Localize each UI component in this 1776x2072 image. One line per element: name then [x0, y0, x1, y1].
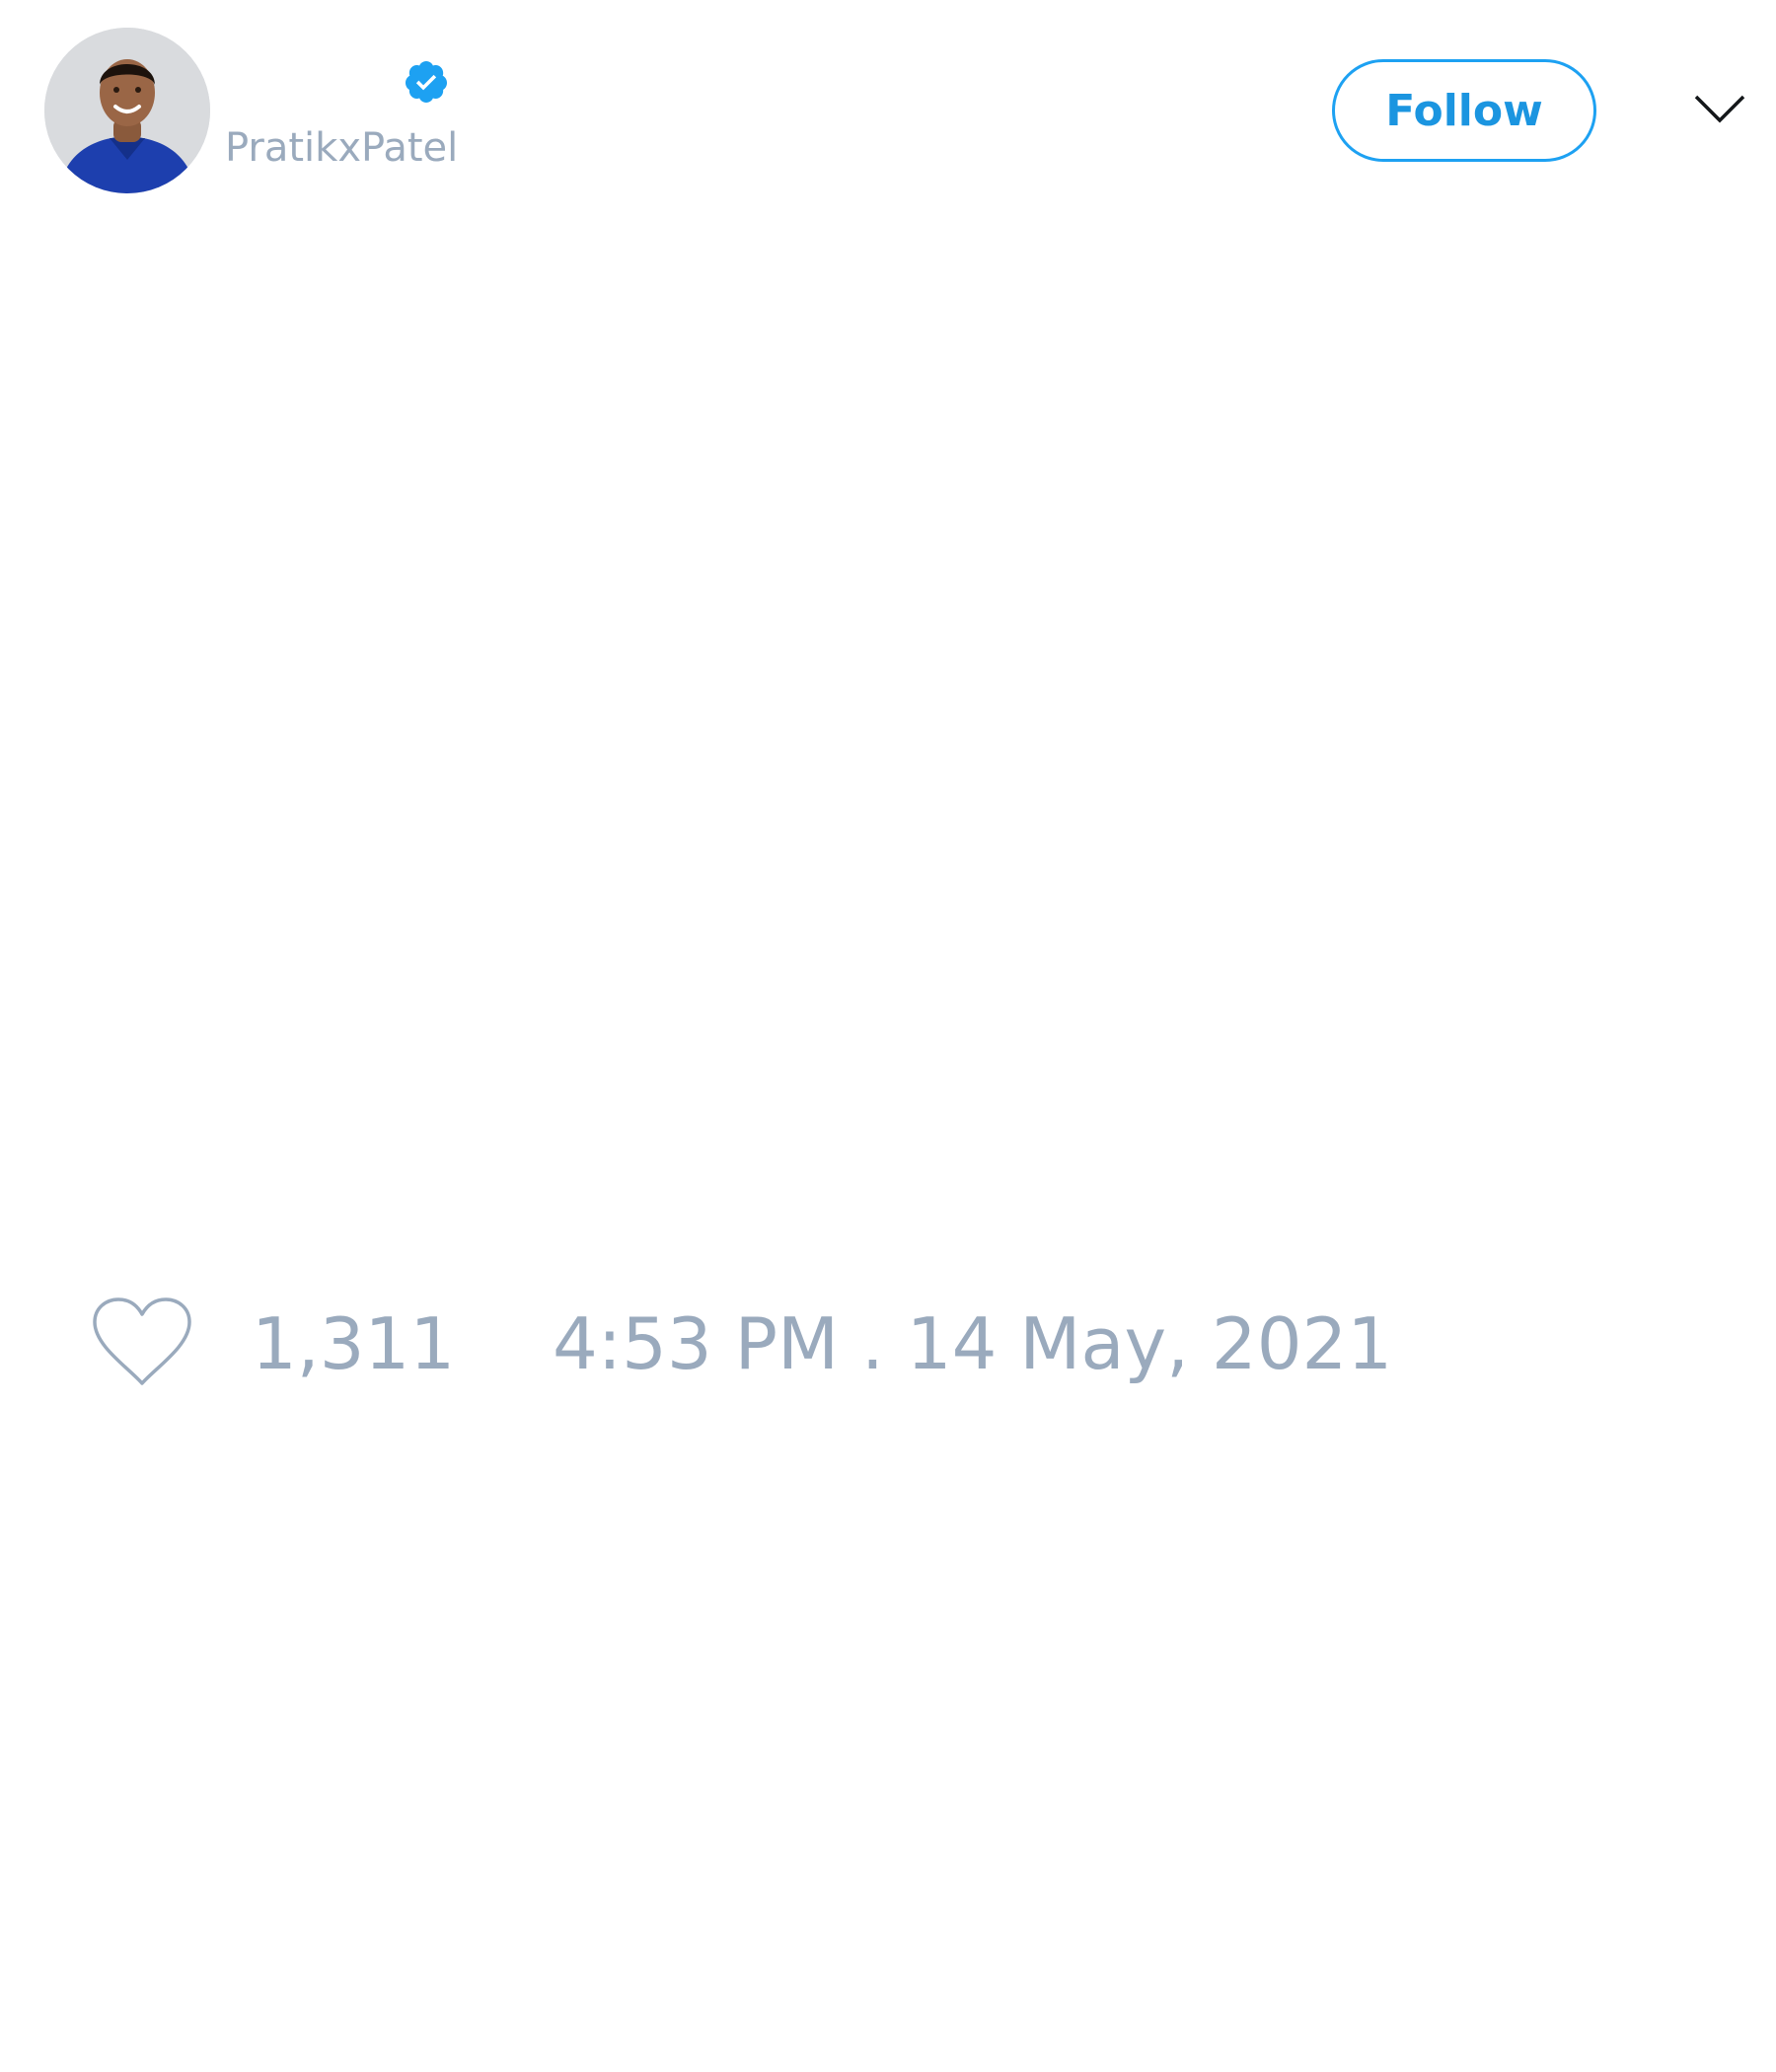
avatar[interactable]	[44, 28, 210, 193]
avatar-photo	[44, 28, 210, 193]
follow-button[interactable]: Follow	[1332, 59, 1596, 162]
author-handle[interactable]: PratikxPatel	[225, 124, 458, 172]
like-count: 1,311	[252, 1302, 456, 1385]
verified-badge-icon	[405, 61, 447, 103]
tweet-timestamp[interactable]: 4:53 PM . 14 May, 2021	[553, 1302, 1392, 1385]
heart-outline-icon[interactable]	[89, 1295, 195, 1389]
chevron-down-icon[interactable]	[1693, 91, 1746, 126]
